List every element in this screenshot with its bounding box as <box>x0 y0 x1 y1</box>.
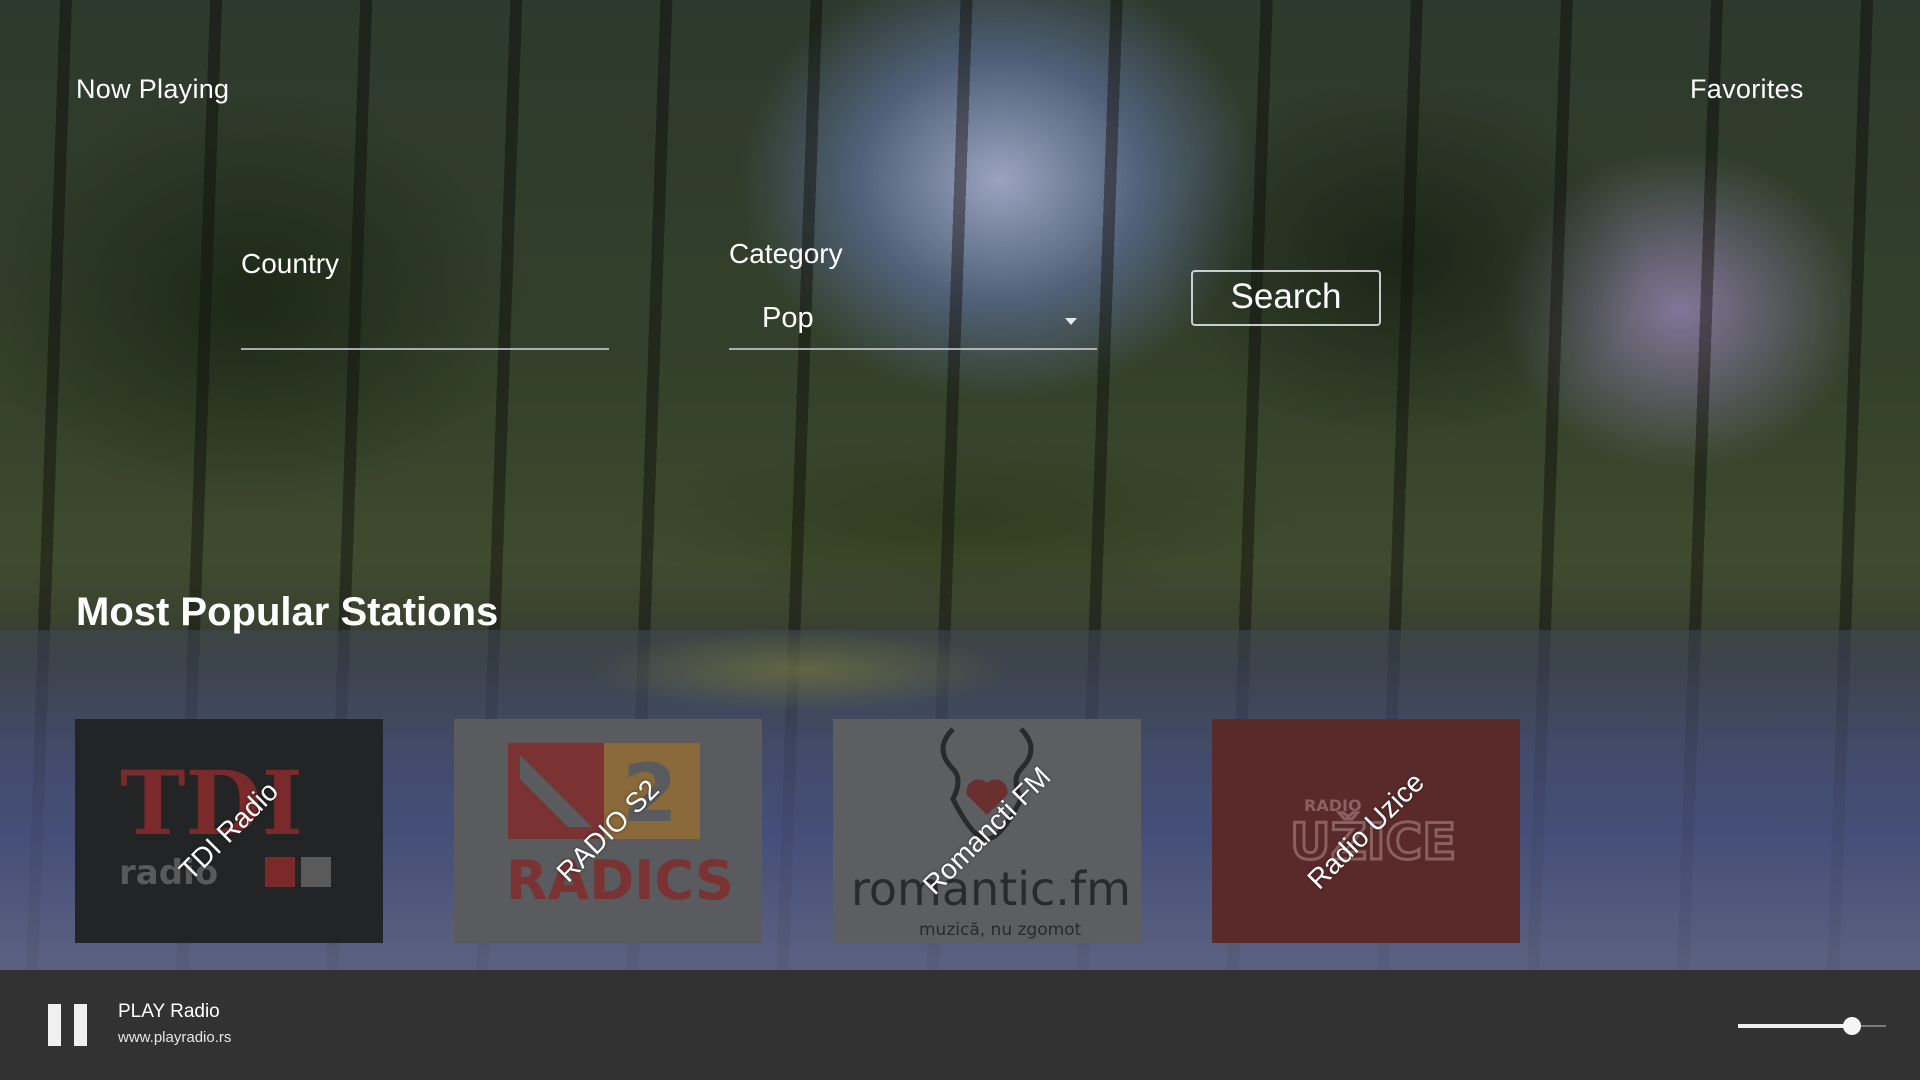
now-playing-link[interactable]: Now Playing <box>76 74 229 105</box>
romantic-logo-tagline: muzică, nu zgomot <box>919 920 1082 940</box>
station-tile-radio-uzice[interactable]: RADIO UŽICE Radio Uzice <box>1212 719 1520 943</box>
volume-thumb[interactable] <box>1842 1017 1861 1035</box>
now-playing-title: PLAY Radio <box>118 1001 220 1022</box>
station-tile-romantic-fm[interactable]: romantic.fm muzică, nu zgomot Romancti F… <box>833 719 1141 943</box>
station-tile-tdi-radio[interactable]: TDI radio TDI Radio <box>75 719 383 943</box>
pause-icon[interactable] <box>48 1004 88 1046</box>
category-field-label: Category <box>729 238 843 269</box>
favorites-link[interactable]: Favorites <box>1690 74 1804 105</box>
station-tile-radio-s2[interactable]: 2 RADICS RADIO S2 <box>454 719 762 943</box>
country-field-label: Country <box>241 248 340 279</box>
category-select[interactable]: Pop <box>762 302 814 335</box>
volume-fill <box>1738 1024 1852 1028</box>
player-bar <box>0 970 1920 1080</box>
volume-slider[interactable] <box>1738 1015 1886 1037</box>
country-input[interactable] <box>241 348 609 350</box>
search-button[interactable]: Search <box>1191 270 1381 326</box>
romantic-logo-text: romantic.fm <box>851 862 1131 916</box>
chevron-down-icon[interactable] <box>1065 318 1077 325</box>
s2-logo-text: RADICS <box>506 849 734 912</box>
now-playing-url: www.playradio.rs <box>118 1029 232 1046</box>
category-underline <box>729 348 1097 350</box>
section-title: Most Popular Stations <box>76 590 499 634</box>
